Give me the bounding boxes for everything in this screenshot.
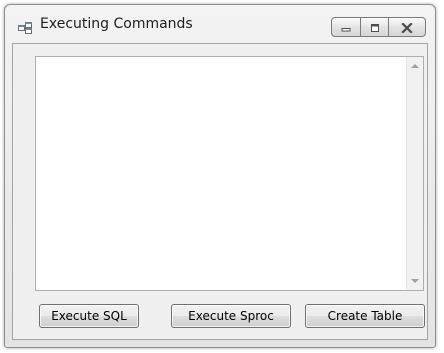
maximize-button[interactable] [361,17,389,37]
output-text[interactable] [38,59,405,288]
minimize-icon [341,18,351,37]
caption-buttons [331,17,426,37]
create-table-button[interactable]: Create Table [305,304,425,328]
form-client-area: Execute SQL Execute Sproc Create Table [12,43,428,340]
scroll-up-arrow-icon[interactable] [407,57,423,74]
application-window-icon[interactable] [18,19,32,34]
output-textbox[interactable] [35,56,424,291]
vertical-scrollbar[interactable] [406,57,423,290]
window-title: Executing Commands [40,16,193,32]
close-icon [401,18,413,37]
title-bar[interactable]: Executing Commands [5,5,435,43]
main-window: Executing Commands Execute SQL Execute S… [4,4,436,348]
scroll-down-arrow-icon[interactable] [407,273,423,290]
maximize-icon [370,18,380,37]
execute-sproc-button[interactable]: Execute Sproc [171,304,291,328]
execute-sql-button[interactable]: Execute SQL [39,304,139,328]
close-button[interactable] [389,17,426,37]
minimize-button[interactable] [331,17,361,37]
